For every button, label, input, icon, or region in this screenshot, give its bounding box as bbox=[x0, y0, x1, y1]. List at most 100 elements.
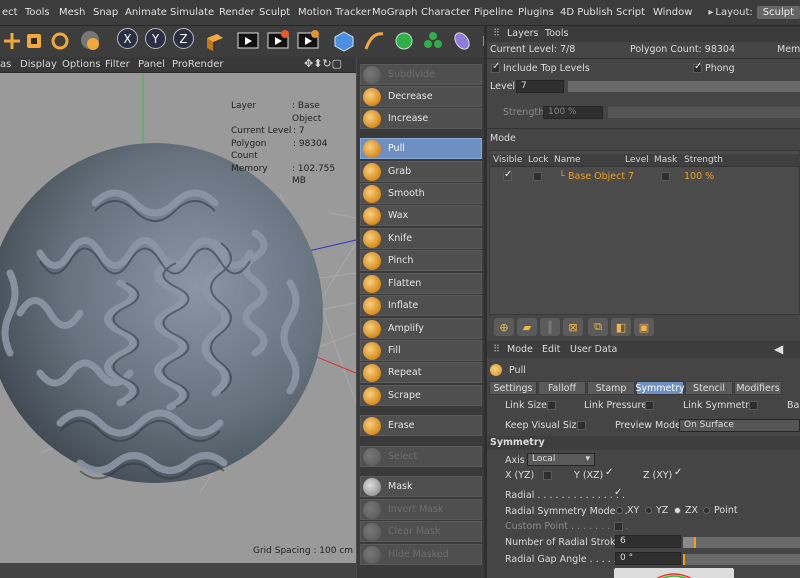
bake-layer-icon[interactable]: ⧉ bbox=[588, 318, 608, 336]
custom-point-checkbox[interactable] bbox=[614, 522, 623, 531]
viewport-menu-display[interactable]: Display bbox=[20, 59, 57, 70]
brush-grab-button[interactable]: Grab bbox=[360, 161, 482, 182]
level-field[interactable]: 7 bbox=[516, 80, 564, 93]
tab-stamp[interactable]: Stamp bbox=[587, 381, 635, 395]
menu-item-motion-tracker[interactable]: Motion Tracker bbox=[298, 7, 371, 18]
subdivision-surface-icon[interactable] bbox=[392, 27, 416, 54]
radial-gap-angle-field[interactable]: 0 ° bbox=[615, 552, 681, 565]
brush-subdivide-button[interactable]: Subdivide bbox=[360, 64, 482, 85]
menu-item-mesh[interactable]: Mesh bbox=[59, 7, 85, 18]
viewport-navigation-icons[interactable]: ✥⬍↻▢ bbox=[304, 57, 342, 70]
move-tool-icon[interactable] bbox=[0, 27, 24, 54]
mode-label[interactable]: Mode bbox=[490, 133, 516, 144]
brush-knife-button[interactable]: Knife bbox=[360, 228, 482, 249]
menu-item-animate[interactable]: Animate bbox=[125, 7, 167, 18]
col-mask[interactable]: Mask bbox=[654, 155, 677, 165]
brush-wax-button[interactable]: Wax bbox=[360, 205, 482, 226]
menu-item-window[interactable]: Window bbox=[653, 7, 692, 18]
brush-select-button[interactable]: Select bbox=[360, 446, 482, 467]
menu-item-snap[interactable]: Snap bbox=[93, 7, 118, 18]
tab-stencil[interactable]: Stencil bbox=[685, 381, 733, 395]
scale-tool-icon[interactable] bbox=[22, 27, 46, 54]
axis-dropdown[interactable]: Local ▾ bbox=[527, 453, 595, 466]
menu-item-character[interactable]: Character bbox=[421, 7, 470, 18]
brush-mask-button[interactable]: Mask bbox=[360, 476, 482, 497]
link-pressure-checkbox[interactable] bbox=[645, 401, 654, 410]
viewport-menu-cameras[interactable]: as bbox=[0, 59, 11, 70]
tab-settings[interactable]: Settings bbox=[489, 381, 537, 395]
brush-erase-button[interactable]: Erase bbox=[360, 415, 482, 436]
tab-layers[interactable]: Layers bbox=[507, 28, 538, 39]
menu-item-script[interactable]: Script bbox=[616, 7, 645, 18]
preview-mode-dropdown[interactable]: On Surface bbox=[679, 419, 800, 432]
tab-falloff[interactable]: Falloff bbox=[538, 381, 586, 395]
menu-item-edit-partial[interactable]: ect bbox=[2, 7, 18, 18]
brush-scrape-button[interactable]: Scrape bbox=[360, 385, 482, 406]
brush-fill-button[interactable]: Fill bbox=[360, 340, 482, 361]
layer-mask-icon[interactable]: ◧ bbox=[611, 318, 631, 336]
deformer-icon[interactable] bbox=[450, 27, 474, 54]
brush-inflate-button[interactable]: Inflate bbox=[360, 295, 482, 316]
layer-name[interactable]: Base Object bbox=[568, 171, 625, 182]
col-visible[interactable]: Visible bbox=[493, 155, 522, 165]
brush-hide-masked-button[interactable]: Hide Masked bbox=[360, 544, 482, 565]
render-view-icon[interactable] bbox=[236, 27, 260, 54]
attr-menu-user-data[interactable]: User Data bbox=[570, 344, 617, 355]
coordinate-system-icon[interactable] bbox=[202, 27, 226, 54]
menu-item-mograph[interactable]: MoGraph bbox=[372, 7, 417, 18]
strength-slider[interactable] bbox=[608, 107, 800, 118]
keep-visual-size-checkbox[interactable] bbox=[577, 421, 586, 430]
y-xz-checkbox[interactable] bbox=[605, 467, 614, 480]
attributes-grip-icon[interactable]: ⠿ bbox=[493, 344, 500, 355]
brush-amplify-button[interactable]: Amplify bbox=[360, 318, 482, 339]
layer-mask-checkbox[interactable] bbox=[661, 172, 670, 181]
brush-clear-mask-button[interactable]: Clear Mask bbox=[360, 521, 482, 542]
level-slider[interactable] bbox=[568, 81, 800, 92]
brush-increase-button[interactable]: Increase bbox=[360, 108, 482, 129]
add-folder-icon[interactable]: ▰ bbox=[517, 318, 537, 336]
brush-flatten-button[interactable]: Flatten bbox=[360, 273, 482, 294]
cloner-icon[interactable] bbox=[421, 27, 445, 54]
menu-item-tools[interactable]: Tools bbox=[25, 7, 50, 18]
back-arrow-icon[interactable]: ◀ bbox=[774, 342, 783, 356]
radial-mode-zx-radio[interactable] bbox=[674, 507, 681, 514]
radial-mode-point-radio[interactable] bbox=[703, 507, 710, 514]
brush-smooth-button[interactable]: Smooth bbox=[360, 183, 482, 204]
attr-menu-mode[interactable]: Mode bbox=[507, 344, 533, 355]
menu-item-simulate[interactable]: Simulate bbox=[170, 7, 214, 18]
render-to-picture-viewer-icon[interactable] bbox=[266, 27, 290, 54]
phong-checkbox[interactable] bbox=[693, 61, 702, 73]
brush-pull-button[interactable]: Pull bbox=[360, 138, 482, 159]
cube-primitive-icon[interactable] bbox=[332, 27, 356, 54]
viewport-menu-filter[interactable]: Filter bbox=[105, 59, 130, 70]
viewport-menu-panel[interactable]: Panel bbox=[138, 59, 165, 70]
radial-checkbox[interactable] bbox=[614, 487, 623, 500]
x-axis-lock-button[interactable]: X bbox=[117, 28, 138, 49]
tab-symmetry[interactable]: Symmetry bbox=[635, 381, 685, 395]
z-xy-checkbox[interactable] bbox=[674, 467, 683, 480]
link-size-checkbox[interactable] bbox=[547, 401, 556, 410]
viewport-menu-prorender[interactable]: ProRender bbox=[172, 59, 223, 70]
tab-modifiers[interactable]: Modifiers bbox=[734, 381, 782, 395]
attr-menu-edit[interactable]: Edit bbox=[542, 344, 560, 355]
brush-repeat-button[interactable]: Repeat bbox=[360, 362, 482, 383]
radial-preview-widget[interactable] bbox=[614, 568, 734, 578]
brush-invert-mask-button[interactable]: Invert Mask bbox=[360, 499, 482, 520]
menu-item-plugins[interactable]: Plugins bbox=[518, 7, 554, 18]
grip-icon[interactable]: ⠿ bbox=[493, 28, 500, 39]
col-lock[interactable]: Lock bbox=[528, 155, 549, 165]
num-radial-strokes-field[interactable]: 6 bbox=[615, 535, 681, 548]
rotate-tool-icon[interactable] bbox=[48, 27, 72, 54]
num-radial-strokes-slider[interactable] bbox=[683, 537, 800, 548]
menu-item-pipeline[interactable]: Pipeline bbox=[474, 7, 513, 18]
layer-visible-checkbox[interactable] bbox=[503, 169, 512, 181]
add-layer-icon[interactable]: ⊕ bbox=[494, 318, 514, 336]
menu-item-render[interactable]: Render bbox=[219, 7, 255, 18]
radial-mode-xy-radio[interactable] bbox=[616, 507, 623, 514]
brush-pinch-button[interactable]: Pinch bbox=[360, 250, 482, 271]
col-strength[interactable]: Strength bbox=[684, 155, 723, 165]
layer-reset-icon[interactable]: ▣ bbox=[634, 318, 654, 336]
include-top-levels-checkbox[interactable] bbox=[491, 61, 500, 73]
spline-pen-icon[interactable] bbox=[362, 27, 386, 54]
x-yz-checkbox[interactable] bbox=[543, 471, 552, 480]
